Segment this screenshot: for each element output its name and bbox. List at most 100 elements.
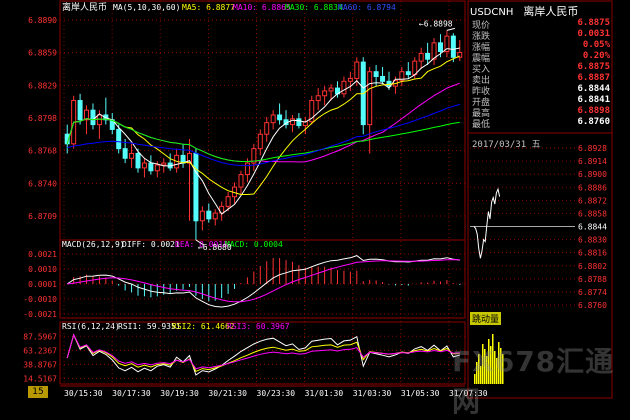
tick-price-label: 6.8928 xyxy=(578,144,607,153)
ma5-readout: MA5: 6.8877 xyxy=(182,3,235,12)
candle-body xyxy=(289,118,295,126)
candle-body xyxy=(238,174,244,188)
candle-body xyxy=(122,148,128,159)
tick-price-label: 6.8830 xyxy=(578,236,607,245)
quote-row-value: 0.0031 xyxy=(577,29,610,39)
quote-row-value: 6.8760 xyxy=(577,117,610,127)
tick-price-label: 6.8858 xyxy=(578,209,607,218)
candle-body xyxy=(225,196,231,207)
x-tick-label: 30/23:30 xyxy=(257,389,296,398)
annotation-label: ←6.8680 xyxy=(198,243,232,252)
quote-header: USDCNH 离岸人民币 xyxy=(470,3,610,18)
candle-body xyxy=(380,76,386,82)
chart-title: 离岸人民币 xyxy=(62,1,107,13)
quote-row: 最高 6.8898 xyxy=(470,106,610,119)
tick-price-label: 6.8788 xyxy=(578,275,607,284)
panel-border xyxy=(59,0,466,241)
rsi3-readout: RSI3: 60.3967 xyxy=(227,322,290,331)
candle-body xyxy=(199,210,205,222)
rsi-y-tick-label: 87.5967 xyxy=(23,332,57,341)
candle-body xyxy=(148,162,154,172)
tick-price-label: 6.8760 xyxy=(578,301,607,310)
candle-body xyxy=(425,52,431,60)
tick-price-label: 6.8900 xyxy=(578,170,607,179)
quote-row: 震幅 0.20% xyxy=(470,51,610,64)
macd-macd-readout: MACD: 0.0004 xyxy=(225,240,283,249)
candle-body xyxy=(116,128,122,150)
x-tick-label: 30/17:30 xyxy=(112,389,151,398)
candle-body xyxy=(154,164,160,172)
x-tick-label: 30/15:30 xyxy=(64,389,103,398)
quote-row-value: 6.8844 xyxy=(577,84,610,94)
tick-date-label: 2017/03/31 五 xyxy=(472,140,541,150)
x-tick-label: 31/01:30 xyxy=(305,389,344,398)
macd-y-tick-label: 0.0001 xyxy=(28,280,57,289)
quote-row-value: 6.8898 xyxy=(577,106,610,116)
ma30-readout: MA30: 6.8834 xyxy=(285,3,343,12)
candle-body xyxy=(373,71,379,78)
tick-price-label: 6.8844 xyxy=(578,223,607,232)
candle-body xyxy=(257,133,263,150)
candle-body xyxy=(315,95,321,102)
candle-body xyxy=(212,212,218,220)
rsi-y-tick-label: 63.2367 xyxy=(23,346,57,355)
tick-price-line xyxy=(473,187,501,259)
quote-row: 买入 6.8875 xyxy=(470,62,610,75)
macd-y-tick-label: -0.0021 xyxy=(23,310,57,319)
x-tick-label: 31/05:30 xyxy=(401,389,440,398)
candle-body xyxy=(437,42,443,53)
candle-body xyxy=(77,100,83,121)
candle-body xyxy=(135,152,141,169)
candle-body xyxy=(341,80,347,95)
main-y-tick-label: 6.8829 xyxy=(28,81,57,90)
quote-row: 开盘 6.8841 xyxy=(470,95,610,108)
macd-params-label: MACD(26,12,9) xyxy=(62,240,125,249)
candle-body xyxy=(412,60,418,76)
macd-diff-readout: DIFF: 0.0021 xyxy=(122,240,180,249)
main-y-tick-label: 6.8768 xyxy=(28,147,57,156)
candle-body xyxy=(270,114,276,124)
rsi-y-tick-label: 38.8767 xyxy=(23,360,57,369)
rsi2-readout: RSI2: 61.4662 xyxy=(172,322,235,331)
interval-selector[interactable]: 15分 xyxy=(28,386,48,409)
candle-body xyxy=(206,210,212,220)
rsi-y-tick-label: 14.5167 xyxy=(23,375,57,384)
x-tick-label: 30/21:30 xyxy=(208,389,247,398)
macd-y-tick-label: 0.0021 xyxy=(28,250,57,259)
candle-body xyxy=(141,162,147,169)
panel-border xyxy=(59,239,466,319)
macd-y-tick-label: -0.0010 xyxy=(23,295,57,304)
macd-y-tick-label: 0.0010 xyxy=(28,265,57,274)
candle-body xyxy=(322,90,328,97)
rsi-params-label: RSI(6,12,24) xyxy=(62,322,120,331)
main-y-tick-label: 6.8740 xyxy=(28,179,57,188)
annotation-pointer xyxy=(446,27,456,31)
main-y-tick-label: 6.8798 xyxy=(28,114,57,123)
candle-body xyxy=(347,77,353,82)
quote-name: 离岸人民币 xyxy=(523,5,579,18)
candle-body xyxy=(129,152,135,159)
ma10-readout: MA10: 6.8865 xyxy=(233,3,291,12)
tick-volume-label: 跳动量 xyxy=(470,312,502,325)
quote-row-value: 6.8875 xyxy=(577,62,610,72)
tick-price-label: 6.8802 xyxy=(578,262,607,271)
candle-body xyxy=(296,118,302,127)
annotation-label: ←6.8898 xyxy=(419,19,453,28)
quote-row: 最低 6.8760 xyxy=(470,117,610,130)
candle-body xyxy=(367,71,373,126)
quote-row-value: 6.8887 xyxy=(577,73,610,83)
candle-body xyxy=(244,162,250,176)
candle-body xyxy=(418,52,424,62)
quote-row: 涨跌 0.0031 xyxy=(470,29,610,42)
main-y-tick-label: 6.8890 xyxy=(28,16,57,25)
quote-row-value: 0.05% xyxy=(582,40,610,50)
quote-row: 涨幅 0.05% xyxy=(470,40,610,53)
candle-body xyxy=(450,35,456,58)
quote-row: 现价 6.8875 xyxy=(470,18,610,31)
candle-body xyxy=(161,162,167,166)
tick-price-label: 6.8886 xyxy=(578,183,607,192)
ma60-readout: MA60: 6.8794 xyxy=(338,3,396,12)
main-y-tick-label: 6.8859 xyxy=(28,49,57,58)
x-tick-label: 31/03:30 xyxy=(353,389,392,398)
quote-row-value: 0.20% xyxy=(582,51,610,61)
